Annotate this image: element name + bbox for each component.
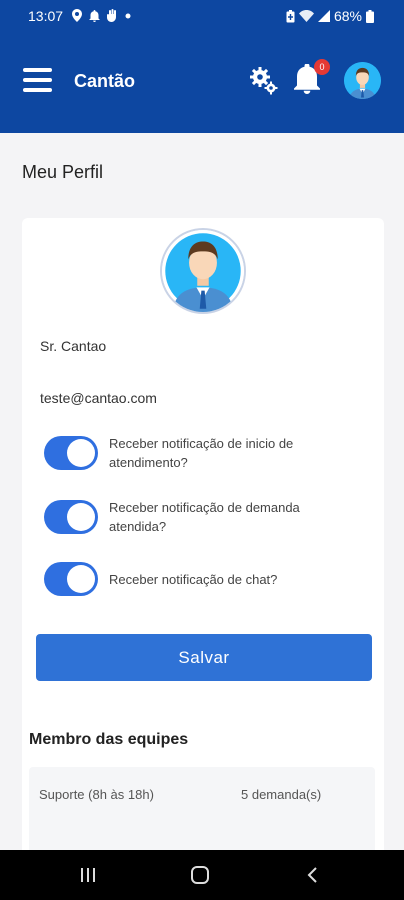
profile-card: Sr. Cantao teste@cantao.com Receber noti…	[22, 218, 384, 858]
battery-icon	[366, 9, 374, 23]
app-header: Cantão 0	[0, 32, 404, 133]
user-name: Sr. Cantao	[40, 338, 107, 354]
status-time: 13:07	[28, 8, 64, 24]
start-notification-toggle[interactable]	[44, 436, 98, 470]
pref-label: Receber notificação de demanda atendida?	[109, 500, 300, 534]
team-demand-count: 5 demanda(s)	[241, 787, 322, 802]
save-button[interactable]: Salvar	[36, 634, 372, 681]
wifi-icon	[298, 10, 314, 22]
team-name: Suporte (8h às 18h)	[39, 787, 154, 802]
header-avatar[interactable]	[344, 62, 381, 99]
user-email: teste@cantao.com	[40, 390, 157, 406]
battery-percent: 68%	[333, 8, 362, 24]
demand-notification-toggle[interactable]	[44, 500, 98, 534]
chat-notification-toggle[interactable]	[44, 562, 98, 596]
back-icon[interactable]	[306, 866, 320, 884]
hand-icon	[107, 9, 116, 22]
user-avatar-icon	[162, 230, 244, 312]
location-icon	[72, 9, 82, 22]
notification-icon	[89, 9, 100, 22]
system-nav-bar	[0, 850, 404, 900]
battery-saver-icon	[286, 9, 295, 22]
notification-count-badge: 0	[314, 59, 330, 75]
settings-gear-icon[interactable]	[248, 65, 280, 97]
status-right: 68%	[286, 8, 374, 24]
app-title: Cantão	[74, 71, 136, 91]
page-title: Meu Perfil	[22, 162, 104, 182]
status-bar: 13:07 68%	[0, 0, 404, 32]
pref-label: Receber notificação de inicio de atendim…	[109, 436, 294, 470]
signal-icon	[317, 10, 330, 22]
teams-title: Membro das equipes	[29, 731, 189, 748]
pref-label: Receber notificação de chat?	[109, 571, 278, 587]
recents-icon[interactable]	[79, 868, 97, 882]
pref-row-chat-notification: Receber notificação de chat?	[44, 562, 364, 596]
status-left-icons	[72, 9, 131, 22]
profile-avatar	[160, 228, 246, 314]
home-icon[interactable]	[191, 866, 209, 884]
team-list: Suporte (8h às 18h) 5 demanda(s)	[29, 767, 375, 858]
pref-row-start-notification: Receber notificação de inicio de atendim…	[44, 434, 364, 472]
dot-icon	[125, 13, 131, 18]
pref-row-demand-notification: Receber notificação de demanda atendida?	[44, 498, 364, 536]
hamburger-menu-icon[interactable]	[23, 68, 52, 93]
